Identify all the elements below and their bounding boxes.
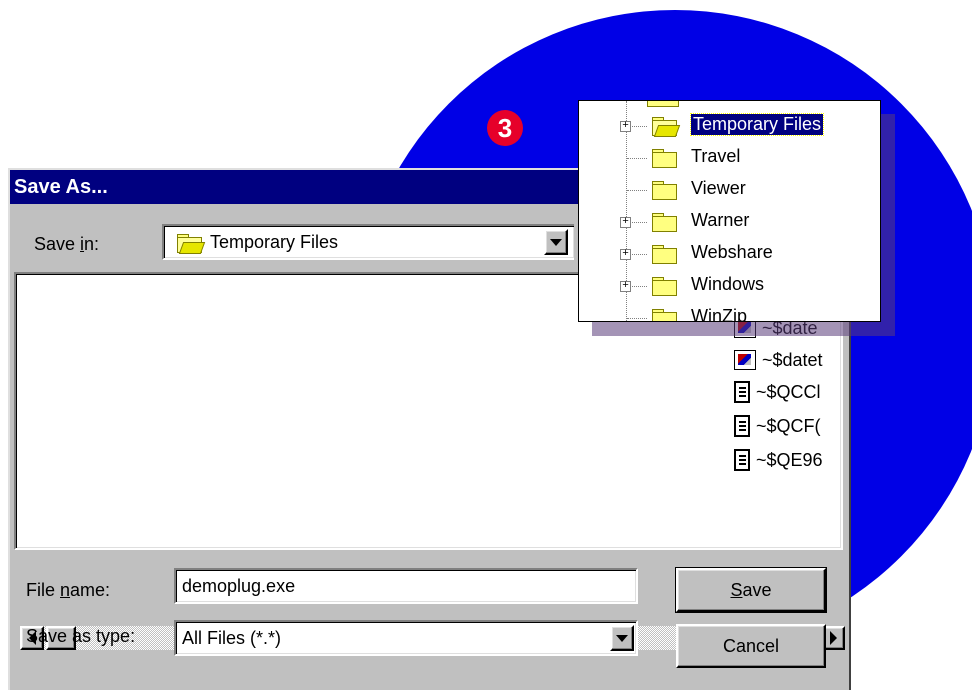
tree-item-label: Viewer bbox=[691, 178, 746, 198]
text-doc-icon bbox=[734, 449, 750, 471]
tree-item-label: Travel bbox=[691, 146, 741, 166]
tree-connector-line bbox=[627, 190, 647, 191]
text-doc-icon bbox=[734, 381, 750, 403]
folder-icon bbox=[651, 181, 677, 200]
save-in-value: Temporary Files bbox=[210, 232, 339, 252]
folder-icon bbox=[651, 309, 677, 321]
folder-icon bbox=[651, 245, 677, 264]
open-folder-icon bbox=[651, 117, 681, 137]
save-as-type-label: Save as type: bbox=[26, 626, 136, 646]
cancel-button-label: Cancel bbox=[722, 635, 780, 656]
file-name-text: ~$QCCl bbox=[756, 381, 821, 402]
expand-plus-icon[interactable]: + bbox=[620, 281, 631, 292]
file-name-value: demoplug.exe bbox=[182, 576, 296, 596]
text-doc-icon bbox=[734, 415, 750, 437]
tree-connector-line bbox=[627, 158, 647, 159]
file-name-label: File name: bbox=[26, 580, 111, 600]
folder-icon bbox=[651, 277, 677, 296]
tree-item[interactable]: + Temporary Files bbox=[579, 111, 879, 143]
file-name-text: ~$QE96 bbox=[756, 449, 823, 470]
tree-item-label: Windows bbox=[691, 274, 765, 294]
tree-item[interactable]: + Webshare bbox=[579, 239, 879, 271]
tree-item-label: Webshare bbox=[691, 242, 773, 262]
image-doc-icon bbox=[734, 350, 756, 370]
save-button[interactable]: Save bbox=[675, 567, 827, 613]
file-list-item[interactable]: ~$datet bbox=[734, 346, 823, 374]
tree-item[interactable]: + Warner bbox=[579, 207, 879, 239]
save-in-label: Save in: bbox=[34, 234, 100, 254]
save-as-type-dropdown[interactable]: All Files (*.*) bbox=[174, 620, 638, 656]
folder-icon bbox=[651, 149, 677, 168]
file-list-item[interactable]: ~$QE96 bbox=[734, 446, 823, 474]
cancel-button[interactable]: Cancel bbox=[676, 624, 826, 668]
file-list-item[interactable]: ~$QCCl bbox=[734, 378, 821, 406]
tree-item[interactable]: + Windows bbox=[579, 271, 879, 303]
arrow-right-icon bbox=[829, 631, 837, 645]
chevron-down-icon bbox=[550, 238, 562, 246]
tree-item-label: Warner bbox=[691, 210, 750, 230]
open-folder-icon bbox=[176, 233, 206, 254]
file-name-text: ~$datet bbox=[762, 349, 823, 370]
step-number-badge: 3 bbox=[487, 110, 523, 146]
save-in-dropdown-button[interactable] bbox=[544, 229, 568, 255]
chevron-down-icon bbox=[616, 634, 628, 642]
file-list-item[interactable]: ~$QCF( bbox=[734, 412, 821, 440]
folder-tree-dropdown[interactable]: + Temporary Files Travel Viewer + Warner + Webs… bbox=[578, 100, 881, 322]
tree-connector-line bbox=[627, 318, 647, 319]
save-as-type-value: All Files (*.*) bbox=[182, 628, 282, 648]
save-button-label: Save bbox=[730, 579, 772, 600]
file-name-input[interactable]: demoplug.exe bbox=[174, 568, 638, 604]
tree-item[interactable]: WinZip bbox=[579, 303, 879, 322]
expand-plus-icon[interactable]: + bbox=[620, 249, 631, 260]
tree-item[interactable]: Travel bbox=[579, 143, 879, 175]
expand-plus-icon[interactable]: + bbox=[620, 217, 631, 228]
expand-plus-icon[interactable]: + bbox=[620, 121, 631, 132]
tree-item[interactable]: Viewer bbox=[579, 175, 879, 207]
save-as-type-dropdown-button[interactable] bbox=[610, 625, 634, 651]
save-in-dropdown[interactable]: Temporary Files bbox=[162, 224, 574, 260]
tree-item-label: Temporary Files bbox=[689, 113, 825, 136]
file-name-text: ~$QCF( bbox=[756, 415, 821, 436]
folder-icon bbox=[651, 213, 677, 232]
partial-folder-icon bbox=[647, 101, 679, 107]
tree-item-label: WinZip bbox=[691, 306, 748, 322]
